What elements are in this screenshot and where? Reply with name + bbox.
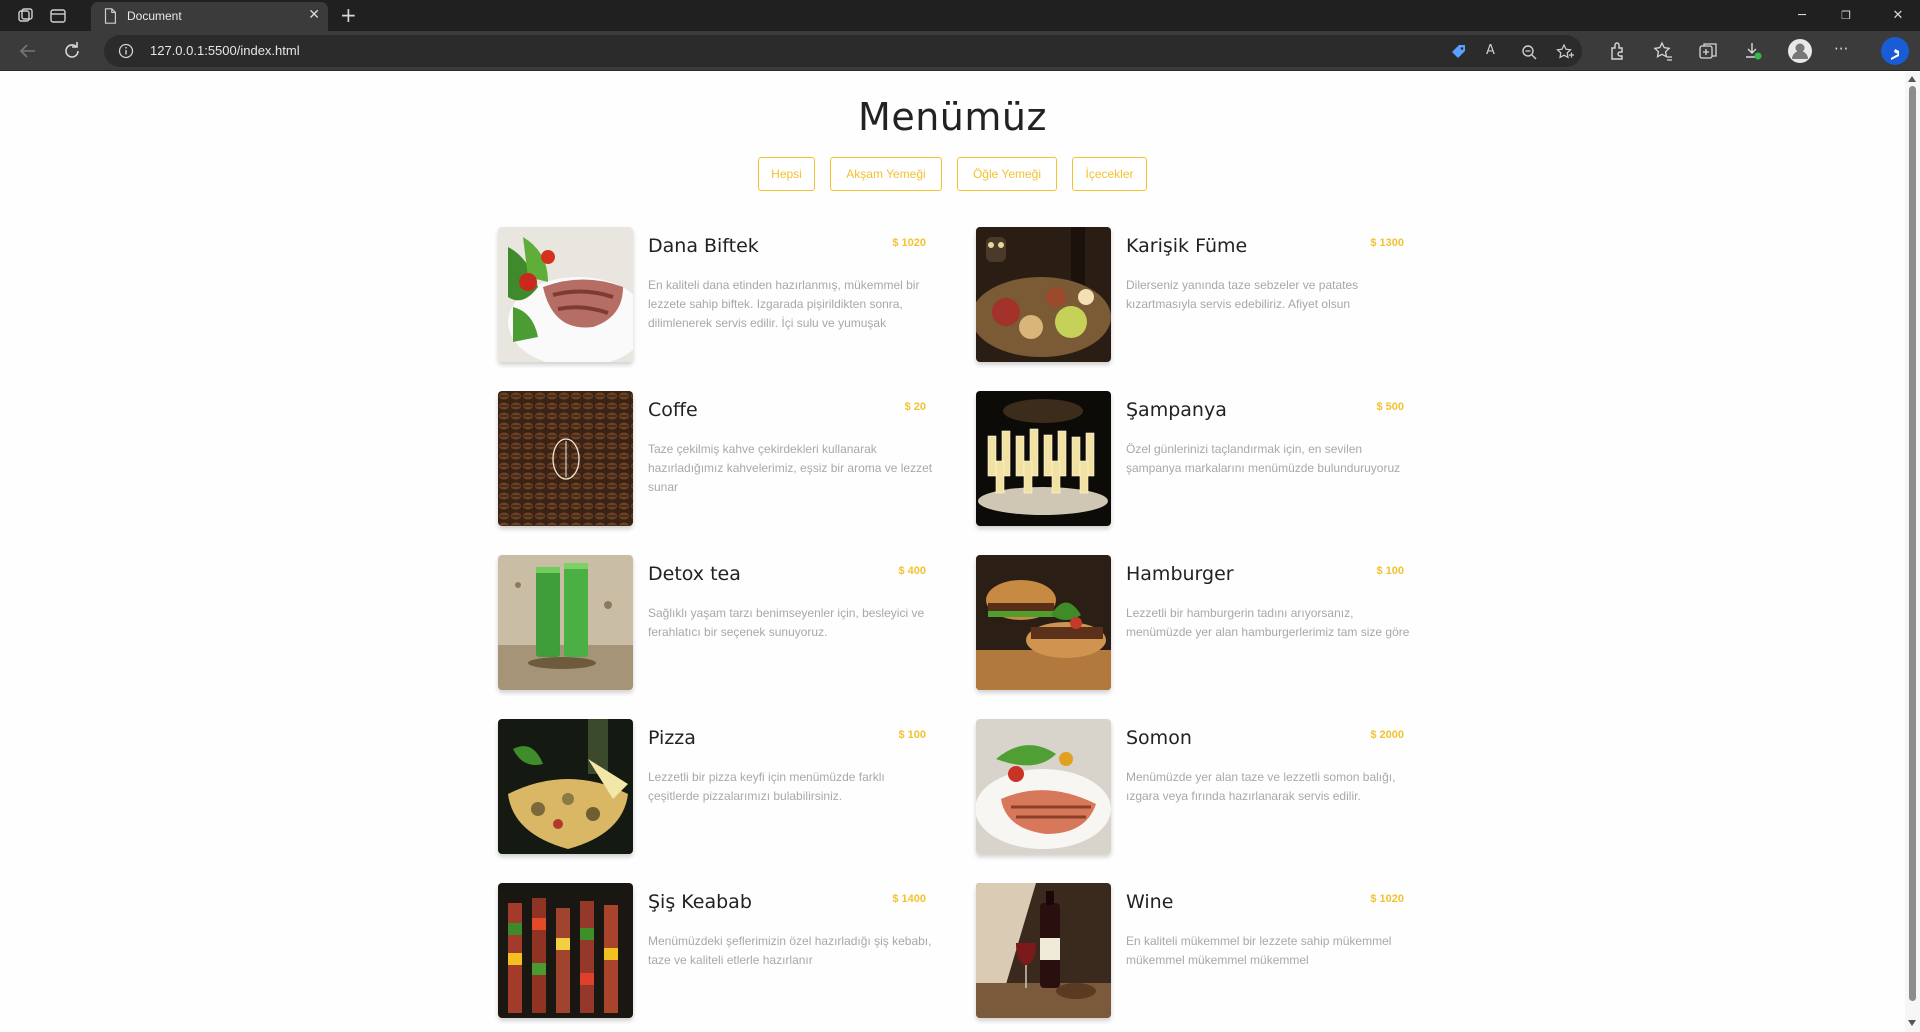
browser-tab[interactable]: Document ✕ — [91, 2, 328, 31]
item-description: Menümüzdeki şeflerimizin özel hazırladığ… — [648, 934, 932, 967]
item-price: $ 400 — [898, 565, 926, 577]
menu-item: Wine $ 1020 En kaliteli mükemmel bir lez… — [976, 883, 1416, 1032]
collections-icon[interactable] — [1697, 40, 1719, 62]
close-icon[interactable]: ✕ — [1876, 0, 1920, 31]
item-description: Lezzetli bir pizza keyfi için menümüzde … — [648, 770, 885, 803]
item-name: Pizza — [648, 727, 696, 749]
item-description: Lezzetli bir hamburgerin tadını arıyorsa… — [1126, 606, 1410, 639]
item-description: Menümüzde yer alan taze ve lezzetli somo… — [1126, 770, 1396, 803]
document-icon — [101, 7, 121, 27]
item-price: $ 100 — [1376, 565, 1404, 577]
green-detox-image — [498, 555, 633, 690]
bing-chat-icon[interactable] — [1880, 36, 1910, 66]
filter-drinks-button[interactable]: İçecekler — [1072, 157, 1147, 191]
zoom-icon[interactable] — [1520, 43, 1538, 61]
restore-icon[interactable]: ❐ — [1824, 0, 1868, 31]
browser-toolbar: 127.0.0.1:5500/index.html A ··· — [0, 31, 1920, 71]
menu-item: Pizza $ 100 Lezzetli bir pizza keyfi içi… — [498, 719, 938, 883]
filter-lunch-button[interactable]: Öğle Yemeği — [957, 157, 1057, 191]
workspaces-icon[interactable] — [16, 6, 36, 26]
site-info-icon[interactable] — [118, 43, 134, 59]
tab-actions-icon[interactable] — [48, 6, 68, 26]
champagne-glasses-image — [976, 391, 1111, 526]
url-text[interactable]: 127.0.0.1:5500/index.html — [150, 43, 300, 58]
read-aloud-icon[interactable]: A — [1486, 43, 1504, 61]
item-price: $ 500 — [1376, 401, 1404, 413]
profile-icon[interactable] — [1787, 38, 1813, 64]
item-name: Wine — [1126, 891, 1174, 913]
item-name: Şiş Keabab — [648, 891, 752, 913]
address-bar[interactable]: 127.0.0.1:5500/index.html A — [104, 35, 1582, 67]
item-name: Dana Biftek — [648, 235, 759, 257]
favorite-add-icon[interactable] — [1556, 43, 1574, 61]
scroll-down-icon[interactable] — [1908, 1020, 1916, 1026]
page-scrollbar[interactable] — [1905, 72, 1920, 1032]
filter-all-button[interactable]: Hepsi — [758, 157, 815, 191]
item-price: $ 100 — [898, 729, 926, 741]
coffee-beans-image — [498, 391, 633, 526]
menu-item: Şampanya $ 500 Özel günlerinizi taçlandı… — [976, 391, 1416, 555]
menu-item: Detox tea $ 400 Sağlıklı yaşam tarzı ben… — [498, 555, 938, 719]
item-price: $ 1400 — [892, 893, 926, 905]
page-title: Menümüz — [858, 95, 1047, 139]
filter-dinner-button[interactable]: Akşam Yemeği — [830, 157, 942, 191]
category-filters: Hepsi Akşam Yemeği Öğle Yemeği İçecekler — [0, 157, 1905, 191]
item-description: Taze çekilmiş kahve çekirdekleri kullana… — [648, 442, 933, 494]
salmon-image — [976, 719, 1111, 854]
menu-item: Somon $ 2000 Menümüzde yer alan taze ve … — [976, 719, 1416, 883]
page-viewport: Menümüz Hepsi Akşam Yemeği Öğle Yemeği İ… — [0, 72, 1905, 1032]
scroll-up-icon[interactable] — [1908, 76, 1916, 82]
item-price: $ 20 — [904, 401, 926, 413]
favorites-icon[interactable] — [1652, 40, 1674, 62]
smoked-platter-image — [976, 227, 1111, 362]
minimize-icon[interactable]: ─ — [1780, 0, 1824, 31]
item-price: $ 1020 — [1370, 893, 1404, 905]
kebab-image — [498, 883, 633, 1018]
item-name: Hamburger — [1126, 563, 1234, 585]
steak-salad-image — [498, 227, 633, 362]
item-description: Dilerseniz yanında taze sebzeler ve pata… — [1126, 278, 1359, 311]
scroll-thumb[interactable] — [1909, 86, 1916, 1001]
burger-image — [976, 555, 1111, 690]
browser-title-bar: Document ✕ + ─ ❐ ✕ — [0, 0, 1920, 31]
menu-item: Dana Biftek $ 1020 En kaliteli dana etin… — [498, 227, 938, 391]
menu-item: Şiş Keabab $ 1400 Menümüzdeki şeflerimiz… — [498, 883, 938, 1032]
tab-title: Document — [127, 9, 182, 23]
item-name: Detox tea — [648, 563, 741, 585]
item-price: $ 1300 — [1370, 237, 1404, 249]
shopping-tag-icon[interactable] — [1450, 43, 1468, 61]
item-price: $ 2000 — [1370, 729, 1404, 741]
downloads-icon[interactable] — [1742, 40, 1764, 62]
item-description: Sağlıklı yaşam tarzı benimseyenler için,… — [648, 606, 925, 639]
item-description: En kaliteli mükemmel bir lezzete sahip m… — [1126, 934, 1392, 967]
menu-grid: Dana Biftek $ 1020 En kaliteli dana etin… — [498, 227, 1409, 1032]
back-icon[interactable] — [16, 39, 40, 63]
pizza-image — [498, 719, 633, 854]
item-price: $ 1020 — [892, 237, 926, 249]
item-name: Şampanya — [1126, 399, 1227, 421]
more-icon[interactable]: ··· — [1834, 40, 1856, 62]
item-name: Somon — [1126, 727, 1192, 749]
item-description: Özel günlerinizi taçlandırmak için, en s… — [1126, 442, 1401, 475]
item-name: Coffe — [648, 399, 698, 421]
item-description: En kaliteli dana etinden hazırlanmış, mü… — [648, 278, 920, 330]
new-tab-button[interactable]: + — [340, 4, 357, 26]
menu-item: Hamburger $ 100 Lezzetli bir hamburgerin… — [976, 555, 1416, 719]
wine-image — [976, 883, 1111, 1018]
menu-item: Coffe $ 20 Taze çekilmiş kahve çekirdekl… — [498, 391, 938, 555]
reload-icon[interactable] — [60, 39, 84, 63]
tab-close-icon[interactable]: ✕ — [308, 7, 320, 23]
menu-item: Karişik Füme $ 1300 Dilerseniz yanında t… — [976, 227, 1416, 391]
extensions-icon[interactable] — [1607, 40, 1629, 62]
item-name: Karişik Füme — [1126, 235, 1248, 257]
